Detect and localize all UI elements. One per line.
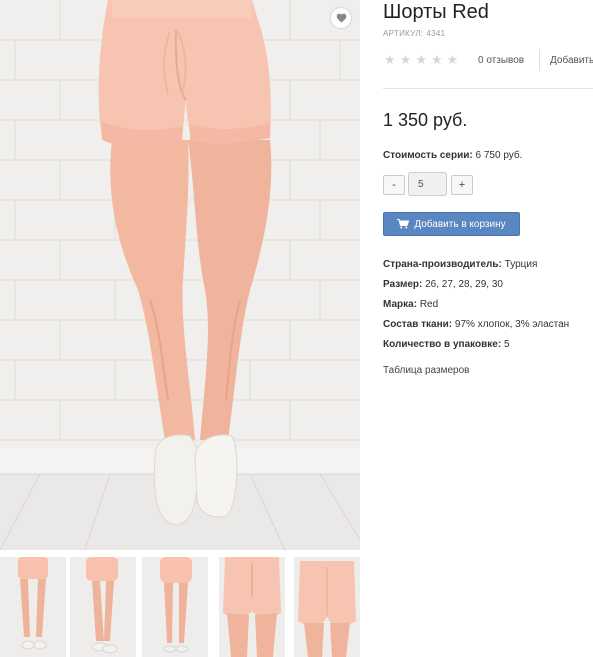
divider [383, 88, 593, 89]
cart-icon [397, 219, 410, 229]
star-icon[interactable]: ★ [447, 53, 459, 66]
favorite-button[interactable] [331, 8, 351, 28]
star-icon[interactable]: ★ [400, 53, 412, 66]
series-cost: Стоимость серии: 6 750 руб. [383, 150, 522, 161]
property-size: Размер: 26, 27, 28, 29, 30 [383, 278, 569, 298]
size-table-link[interactable]: Таблица размеров [383, 365, 469, 376]
property-value: 26, 27, 28, 29, 30 [425, 279, 503, 290]
product-price: 1 350 руб. [383, 110, 468, 130]
property-country: Страна-производитель: Турция [383, 258, 569, 278]
property-brand: Марка: Red [383, 298, 569, 318]
add-to-cart-button[interactable]: Добавить в корзину [383, 212, 520, 236]
property-value: 97% хлопок, 3% эластан [454, 319, 570, 330]
thumbnail-side-full[interactable] [70, 557, 136, 657]
reviews-divider [539, 49, 540, 71]
thumbnail-front-full[interactable] [0, 557, 66, 657]
product-sku: АРТИКУЛ: 4341 [383, 29, 445, 38]
series-cost-value: 6 750 руб. [475, 150, 523, 161]
thumbnail-back-full[interactable] [142, 557, 208, 657]
main-product-photo[interactable] [0, 0, 360, 550]
property-label: Страна-производитель: [383, 259, 502, 270]
sku-value: 4341 [426, 29, 446, 38]
property-value: 5 [503, 339, 510, 350]
heart-icon [336, 13, 346, 23]
thumbnail-strip [0, 557, 362, 657]
property-label: Марка: [383, 299, 418, 310]
star-icon[interactable]: ★ [431, 53, 443, 66]
thumbnail-front-closeup[interactable] [219, 557, 285, 657]
star-icon[interactable]: ★ [384, 53, 396, 66]
add-review-link[interactable]: Добавить [550, 55, 593, 66]
property-label: Размер: [383, 279, 423, 290]
reviews-link[interactable]: 0 отзывов [478, 55, 524, 66]
add-to-cart-label: Добавить в корзину [414, 218, 506, 230]
quantity-increase-button[interactable]: + [451, 175, 473, 195]
quantity-decrease-button[interactable]: - [383, 175, 405, 195]
thumbnail-back-closeup[interactable] [294, 557, 360, 657]
property-pack-quantity: Количество в упаковке: 5 [383, 338, 569, 358]
series-cost-label: Стоимость серии: [383, 150, 473, 161]
star-icon[interactable]: ★ [415, 53, 427, 66]
quantity-input[interactable] [408, 172, 447, 196]
sku-label: АРТИКУЛ: [383, 29, 424, 38]
rating-stars[interactable]: ★ ★ ★ ★ ★ [384, 53, 458, 66]
property-label: Количество в упаковке: [383, 339, 502, 350]
property-label: Состав ткани: [383, 319, 453, 330]
property-value: Турция [504, 259, 538, 270]
product-properties: Страна-производитель: Турция Размер: 26,… [383, 258, 569, 358]
property-value: Red [419, 299, 439, 310]
product-title: Шорты Red [383, 1, 489, 23]
property-fabric: Состав ткани: 97% хлопок, 3% эластан [383, 318, 569, 338]
